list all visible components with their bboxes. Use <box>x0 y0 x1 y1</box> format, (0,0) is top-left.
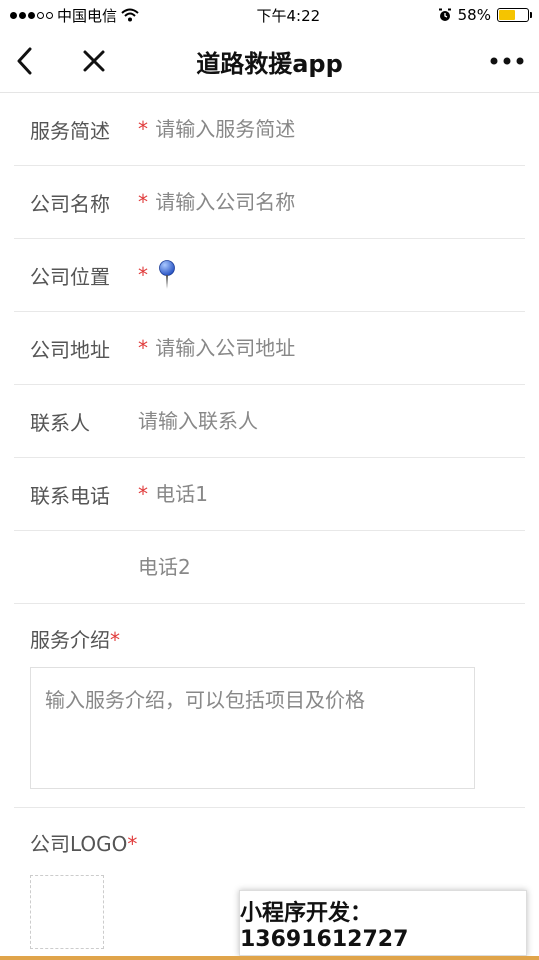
company-location-label: 公司位置 <box>30 264 110 289</box>
chevron-left-icon <box>17 47 32 75</box>
company-address-row: 公司地址 * <box>14 312 525 385</box>
phone2-row <box>14 531 525 604</box>
required-mark: * <box>127 832 138 856</box>
service-desc-label: 服务简述 <box>30 118 110 143</box>
more-button[interactable] <box>487 30 527 92</box>
status-right: 58% <box>438 6 532 24</box>
service-desc-input[interactable] <box>155 117 525 141</box>
required-mark: * <box>138 190 148 214</box>
phone-row: 联系电话 * <box>14 458 525 531</box>
signal-icon <box>10 11 53 19</box>
close-icon <box>83 50 105 72</box>
service-intro-label: 服务介绍* <box>30 628 120 652</box>
required-mark: * <box>138 117 148 141</box>
promo-banner: 小程序开发：13691612727 <box>239 890 527 956</box>
battery-icon <box>496 8 532 22</box>
phone1-input[interactable] <box>155 482 525 506</box>
contact-label: 联系人 <box>30 410 90 435</box>
company-name-input[interactable] <box>155 190 525 214</box>
clock: 下午4:22 <box>256 6 321 25</box>
location-pin-icon[interactable] <box>158 260 176 290</box>
logo-upload-box[interactable] <box>30 875 104 949</box>
company-name-label: 公司名称 <box>30 191 110 216</box>
service-intro-block: 服务介绍* <box>14 604 525 808</box>
carrier-label: 中国电信 <box>57 6 118 25</box>
company-location-row: 公司位置 * <box>14 239 525 312</box>
alarm-icon <box>438 8 451 21</box>
wifi-icon <box>121 8 139 22</box>
company-logo-label: 公司LOGO* <box>30 832 138 856</box>
phone2-input[interactable] <box>138 555 525 579</box>
service-desc-row: 服务简述 * <box>14 93 525 166</box>
bottom-accent-bar <box>0 956 539 960</box>
battery-percent: 58% <box>457 6 491 24</box>
more-icon <box>490 57 524 65</box>
company-address-label: 公司地址 <box>30 337 110 362</box>
phone-label: 联系电话 <box>30 483 110 508</box>
status-left: 中国电信 <box>10 5 139 26</box>
status-bar: 中国电信 下午4:22 58% <box>0 0 539 30</box>
company-name-row: 公司名称 * <box>14 166 525 239</box>
required-mark: * <box>138 336 148 360</box>
company-address-input[interactable] <box>155 336 525 360</box>
required-mark: * <box>138 263 148 287</box>
required-mark: * <box>110 628 120 652</box>
back-button[interactable] <box>8 30 40 92</box>
contact-input[interactable] <box>138 409 525 433</box>
company-form: 服务简述 * 公司名称 * 公司位置 * <box>0 93 539 949</box>
close-button[interactable] <box>76 30 112 92</box>
required-mark: * <box>138 482 148 506</box>
navigation-bar: 道路救援app <box>0 30 539 93</box>
service-intro-textarea[interactable] <box>30 667 475 789</box>
contact-row: 联系人 <box>14 385 525 458</box>
